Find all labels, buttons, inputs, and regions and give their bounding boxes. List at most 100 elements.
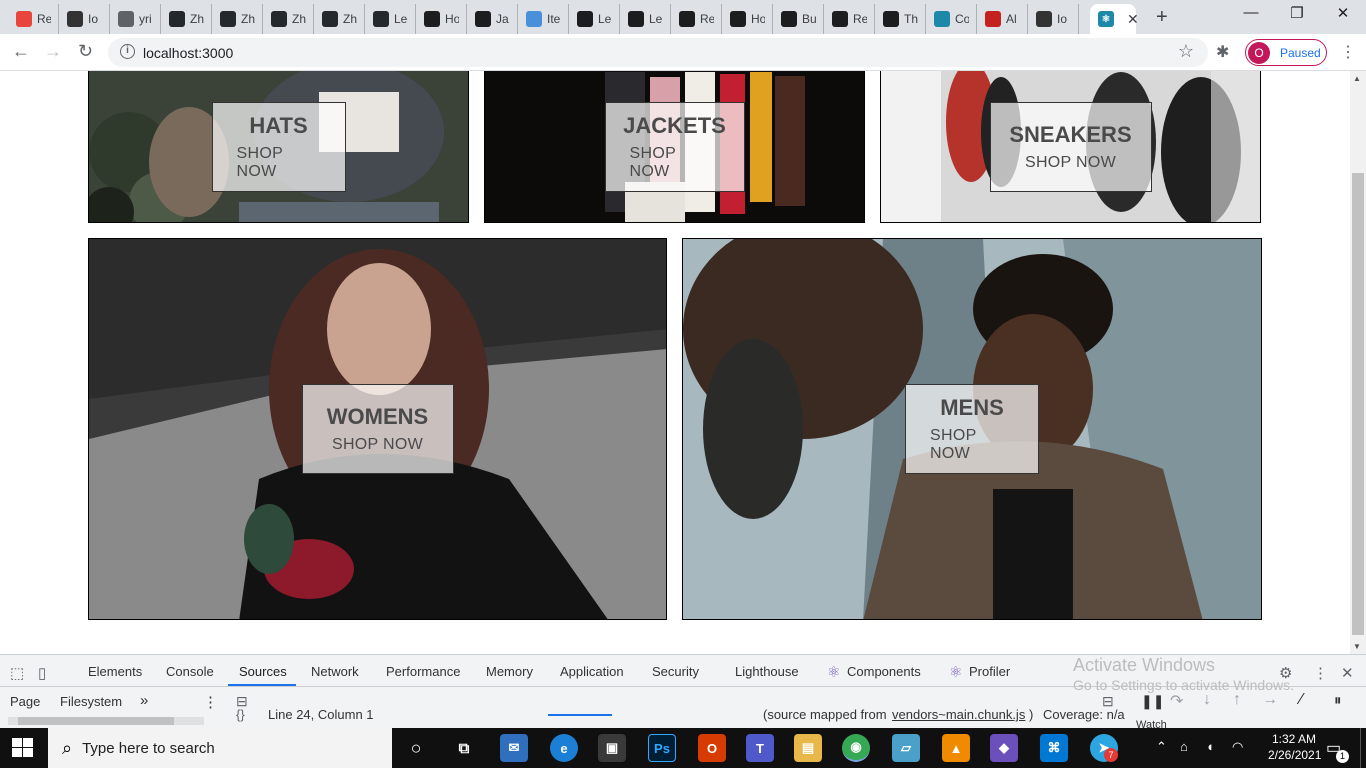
- browser-tab[interactable]: Al: [977, 4, 1028, 34]
- step-into-icon[interactable]: ↓: [1203, 691, 1211, 709]
- wifi-icon[interactable]: ◠: [1232, 739, 1243, 755]
- source-map-link[interactable]: vendors~main.chunk.js: [892, 707, 1025, 722]
- tab-profiler[interactable]: Profiler: [969, 664, 1010, 679]
- browser-tab[interactable]: Ho: [722, 4, 773, 34]
- reload-icon[interactable]: ↻: [78, 41, 93, 62]
- tab-elements[interactable]: Elements: [88, 664, 142, 679]
- tab-lighthouse[interactable]: Lighthouse: [735, 664, 799, 679]
- pretty-print-icon[interactable]: {}: [236, 707, 245, 722]
- mail-icon[interactable]: ✉: [500, 734, 528, 762]
- pause-on-exceptions-icon[interactable]: ⏸: [1334, 692, 1342, 709]
- chrome-icon[interactable]: ◉: [842, 734, 870, 762]
- toggle-debugger-icon[interactable]: ⊟: [1102, 693, 1114, 710]
- site-info-icon[interactable]: i: [120, 44, 135, 59]
- cursor-position: Line 24, Column 1: [268, 707, 374, 722]
- tray-expand-icon[interactable]: ⌃: [1156, 739, 1167, 755]
- tab-performance[interactable]: Performance: [386, 664, 460, 679]
- file-explorer-icon[interactable]: ▤: [794, 734, 822, 762]
- scroll-down-icon[interactable]: ▼: [1353, 642, 1361, 651]
- vscode-icon[interactable]: ⌘: [1040, 734, 1068, 762]
- volume-icon[interactable]: ◖: [1206, 739, 1214, 754]
- settings-gear-icon[interactable]: ⚙: [1279, 664, 1292, 682]
- git-icon[interactable]: ◆: [990, 734, 1018, 762]
- tab-security[interactable]: Security: [652, 664, 699, 679]
- forward-icon[interactable]: →: [44, 41, 62, 62]
- menu-item-sneakers[interactable]: SNEAKERS SHOP NOW: [880, 71, 1261, 223]
- cortana-icon[interactable]: ○: [402, 734, 430, 762]
- menu-item-mens[interactable]: MENS SHOP NOW: [682, 238, 1262, 620]
- vlc-icon[interactable]: ▲: [942, 734, 970, 762]
- menu-item-hats[interactable]: HATS SHOP NOW: [88, 71, 469, 223]
- step-out-icon[interactable]: ↑: [1233, 691, 1241, 709]
- browser-tab[interactable]: Le: [365, 4, 416, 34]
- step-over-icon[interactable]: ↷: [1170, 691, 1183, 711]
- navigator-scrollbar[interactable]: [8, 717, 204, 725]
- windows-start-icon[interactable]: [12, 738, 34, 758]
- minimize-icon[interactable]: —: [1228, 4, 1274, 21]
- close-devtools-icon[interactable]: ✕: [1341, 664, 1354, 682]
- address-bar[interactable]: i localhost:3000 ☆: [108, 38, 1208, 67]
- taskbar-search-box[interactable]: ⌕ Type here to search: [48, 728, 392, 768]
- deactivate-breakpoints-icon[interactable]: ⁄: [1300, 691, 1303, 709]
- office-icon[interactable]: O: [698, 734, 726, 762]
- browser-tab[interactable]: Ja: [467, 4, 518, 34]
- store-icon[interactable]: ▣: [598, 734, 626, 762]
- task-view-icon[interactable]: ⧉: [450, 734, 478, 762]
- devtools-menu-icon[interactable]: ⋮: [1313, 664, 1328, 682]
- browser-tab[interactable]: Io: [59, 4, 110, 34]
- tab-page[interactable]: Page: [10, 694, 40, 709]
- tab-components[interactable]: Components: [847, 664, 921, 679]
- tab-application[interactable]: Application: [560, 664, 624, 679]
- new-tab-button[interactable]: +: [1156, 6, 1168, 29]
- browser-tab[interactable]: Zh: [212, 4, 263, 34]
- edge-icon[interactable]: e: [550, 734, 578, 762]
- browser-tab[interactable]: Bu: [773, 4, 824, 34]
- tab-filesystem[interactable]: Filesystem: [60, 694, 122, 709]
- browser-tab[interactable]: Zh: [314, 4, 365, 34]
- tab-network[interactable]: Network: [311, 664, 359, 679]
- photoshop-icon[interactable]: Ps: [648, 734, 676, 762]
- profile-button[interactable]: O Paused: [1245, 39, 1327, 66]
- step-icon[interactable]: →: [1262, 691, 1278, 709]
- browser-tab[interactable]: Re: [671, 4, 722, 34]
- tab-sources[interactable]: Sources: [239, 664, 287, 679]
- browser-tab-active[interactable]: ⚛ ✕: [1090, 4, 1139, 34]
- close-window-icon[interactable]: ✕: [1320, 4, 1366, 22]
- browser-tab[interactable]: Zh: [161, 4, 212, 34]
- pause-icon[interactable]: ❚❚: [1141, 693, 1164, 710]
- scroll-up-icon[interactable]: ▲: [1353, 74, 1361, 83]
- bookmark-star-icon[interactable]: ☆: [1178, 41, 1194, 62]
- tab-console[interactable]: Console: [166, 664, 214, 679]
- browser-tab[interactable]: Re: [824, 4, 875, 34]
- browser-tab[interactable]: yri: [110, 4, 161, 34]
- scrollbar-thumb[interactable]: [1352, 173, 1364, 635]
- browser-tab[interactable]: Th: [875, 4, 926, 34]
- network-icon[interactable]: ⌂: [1180, 739, 1188, 754]
- tab-memory[interactable]: Memory: [486, 664, 533, 679]
- url-text[interactable]: localhost:3000: [143, 45, 233, 61]
- navigator-menu-icon[interactable]: ⋮: [203, 693, 218, 711]
- notepad-icon[interactable]: ▱: [892, 734, 920, 762]
- close-tab-icon[interactable]: ✕: [1127, 11, 1139, 28]
- browser-menu-icon[interactable]: ⋮: [1340, 42, 1356, 62]
- browser-tab[interactable]: Re: [8, 4, 59, 34]
- extensions-puzzle-icon[interactable]: ✱: [1216, 42, 1229, 62]
- browser-tab[interactable]: Le: [569, 4, 620, 34]
- restore-icon[interactable]: ❐: [1274, 4, 1320, 22]
- menu-item-womens[interactable]: WOMENS SHOP NOW: [88, 238, 667, 620]
- menu-item-jackets[interactable]: JACKETS SHOP NOW: [484, 71, 865, 223]
- show-desktop-button[interactable]: [1360, 728, 1366, 768]
- more-tabs-icon[interactable]: »: [140, 692, 148, 709]
- page-scrollbar[interactable]: ▲ ▼: [1350, 71, 1366, 654]
- browser-tab[interactable]: Ite: [518, 4, 569, 34]
- browser-tab[interactable]: Le: [620, 4, 671, 34]
- browser-tab[interactable]: Io: [1028, 4, 1079, 34]
- inspect-element-icon[interactable]: ⬚: [10, 664, 24, 682]
- browser-tab[interactable]: Ho: [416, 4, 467, 34]
- back-icon[interactable]: ←: [12, 41, 30, 62]
- taskbar-clock[interactable]: 1:32 AM 2/26/2021: [1268, 731, 1321, 763]
- device-toolbar-icon[interactable]: ▯: [38, 664, 46, 682]
- browser-tab[interactable]: Co: [926, 4, 977, 34]
- browser-tab[interactable]: Zh: [263, 4, 314, 34]
- teams-icon[interactable]: T: [746, 734, 774, 762]
